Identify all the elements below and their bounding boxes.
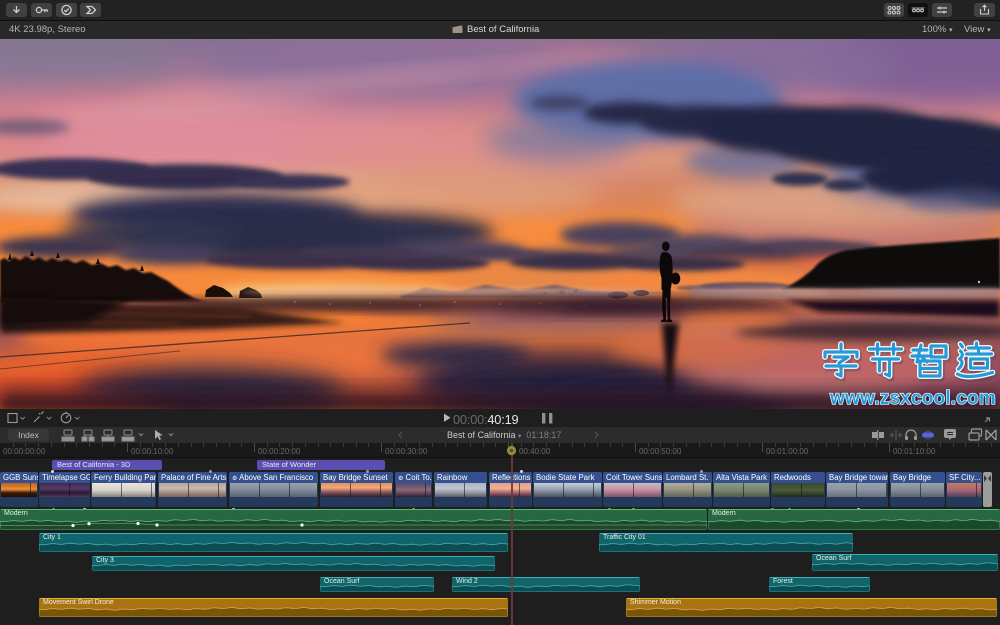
svg-text:www.zsxcool.com: www.zsxcool.com [829,388,996,409]
